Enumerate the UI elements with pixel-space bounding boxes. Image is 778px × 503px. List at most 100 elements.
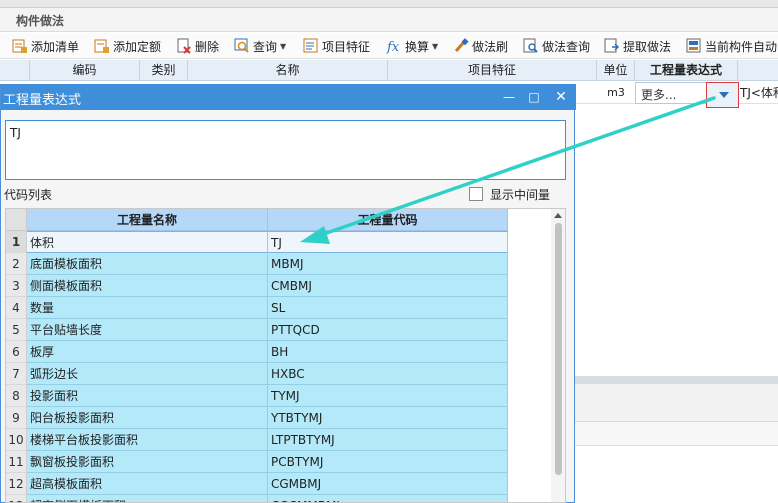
- extract-icon: [604, 38, 620, 54]
- quantity-name-cell: 飘窗板投影面积: [27, 451, 268, 473]
- quantity-code-cell: MBMJ: [268, 253, 508, 275]
- row-number: 5: [6, 319, 27, 341]
- table-row[interactable]: 4 数量 SL: [6, 297, 508, 319]
- expression-input-value: TJ: [10, 126, 21, 140]
- code-list-table: 工程量名称 工程量代码 1 体积 TJ 2 底面模板面积 MBMJ 3 侧面模板面积 CMB…: [5, 208, 566, 503]
- quantity-name-cell: 侧面模板面积: [27, 275, 268, 297]
- method-query-button[interactable]: 做法查询: [523, 36, 590, 56]
- method-brush-button[interactable]: 做法刷: [453, 36, 508, 56]
- table-row[interactable]: 13超高侧面模板面积CGCMMBMJ: [6, 495, 508, 502]
- table-row[interactable]: 11 飘窗板投影面积 PCBTYMJ: [6, 451, 508, 473]
- delete-icon: [176, 38, 192, 54]
- row-number: 11: [6, 451, 27, 473]
- expression-dialog: 工程量表达式 — □ ✕ TJ 代码列表 显示中间量 工程量名称 工程量代码 1…: [0, 84, 576, 503]
- row-number: 8: [6, 385, 27, 407]
- unit-cell: m3: [607, 86, 625, 99]
- table-row[interactable]: 9 阳台板投影面积 YTBTYMJ: [6, 407, 508, 429]
- add-list-button[interactable]: 添加清单: [12, 36, 79, 56]
- dialog-title-bar[interactable]: 工程量表达式 — □ ✕: [1, 84, 576, 110]
- table-row[interactable]: 1 体积 TJ: [6, 231, 508, 253]
- quantity-code-cell: CGCMMBMJ: [268, 495, 508, 502]
- row-number: 7: [6, 363, 27, 385]
- fx-icon: fx: [386, 38, 402, 55]
- row-number: 3: [6, 275, 27, 297]
- method-query-icon: [523, 38, 539, 54]
- table-row[interactable]: 5 平台贴墙长度 PTTQCD: [6, 319, 508, 341]
- add-quota-icon: [94, 38, 110, 54]
- quantity-name-cell: 数量: [27, 297, 268, 319]
- quantity-name-cell: 体积: [27, 231, 268, 253]
- auto-current-button[interactable]: 当前构件自动: [686, 36, 777, 56]
- row-number: 4: [6, 297, 27, 319]
- grid-header-blank: [0, 60, 30, 81]
- table-row[interactable]: 7 弧形边长 HXBC: [6, 363, 508, 385]
- table-corner: [6, 209, 27, 231]
- grid-header: 编码 类别 名称 项目特征 单位 工程量表达式: [0, 60, 778, 81]
- chevron-down-icon: ▼: [280, 41, 287, 51]
- extract-method-button[interactable]: 提取做法: [604, 36, 671, 56]
- row-number: 12: [6, 473, 27, 495]
- minimize-icon[interactable]: —: [498, 87, 520, 107]
- splitter[interactable]: [575, 376, 778, 384]
- table-row[interactable]: 3 侧面模板面积 CMBMJ: [6, 275, 508, 297]
- quantity-code-cell: TYMJ: [268, 385, 508, 407]
- panel-title: 构件做法: [16, 14, 65, 28]
- table-row[interactable]: 8 投影面积 TYMJ: [6, 385, 508, 407]
- convert-button[interactable]: fx 换算 ▼: [386, 36, 438, 56]
- chevron-down-icon: ▼: [432, 41, 439, 51]
- row-number: 6: [6, 341, 27, 363]
- maximize-icon[interactable]: □: [523, 87, 545, 107]
- panel-title-bar: 构件做法: [0, 8, 778, 32]
- grid-header-feature[interactable]: 项目特征: [388, 60, 597, 81]
- table-row[interactable]: 6 板厚 BH: [6, 341, 508, 363]
- brush-icon: [453, 38, 469, 54]
- expression-cell-text: 更多...: [641, 88, 677, 102]
- svg-text:fx: fx: [386, 40, 400, 54]
- close-icon[interactable]: ✕: [550, 87, 572, 107]
- scroll-up-icon[interactable]: [554, 213, 562, 218]
- add-quota-button[interactable]: 添加定额: [94, 36, 161, 56]
- quantity-name-cell: 板厚: [27, 341, 268, 363]
- grid-header-type[interactable]: 类别: [140, 60, 188, 81]
- quantity-name-cell: 底面模板面积: [27, 253, 268, 275]
- row-number: 9: [6, 407, 27, 429]
- table-row[interactable]: 10 楼梯平台板投影面积 LTPTBTYMJ: [6, 429, 508, 451]
- quantity-name-cell: 平台贴墙长度: [27, 319, 268, 341]
- quantity-name-cell: 超高模板面积: [27, 473, 268, 495]
- quantity-code-cell: YTBTYMJ: [268, 407, 508, 429]
- quantity-name-cell: 阳台板投影面积: [27, 407, 268, 429]
- quantity-code-cell: TJ: [268, 231, 508, 253]
- scrollbar-thumb[interactable]: [555, 223, 562, 475]
- add-list-icon: [12, 38, 28, 54]
- quantity-code-cell: PTTQCD: [268, 319, 508, 341]
- row-number: 2: [6, 253, 27, 275]
- quantity-code-cell: LTPTBTYMJ: [268, 429, 508, 451]
- quantity-name-cell: 投影面积: [27, 385, 268, 407]
- grid-header-unit[interactable]: 单位: [597, 60, 635, 81]
- expression-input[interactable]: TJ: [5, 120, 566, 180]
- dialog-title: 工程量表达式: [3, 93, 82, 108]
- row-number: 13: [6, 495, 27, 502]
- table-row[interactable]: 2 底面模板面积 MBMJ: [6, 253, 508, 275]
- show-intermediate-checkbox[interactable]: [469, 187, 483, 201]
- search-icon: [234, 38, 250, 54]
- grid-header-name[interactable]: 名称: [188, 60, 388, 81]
- lower-panel-row: [575, 422, 778, 446]
- expression-dropdown-button[interactable]: [706, 82, 739, 108]
- vertical-scrollbar[interactable]: [551, 209, 565, 502]
- column-header-code[interactable]: 工程量代码: [268, 209, 508, 231]
- toolbar: 添加清单 添加定额 删除 查询 ▼ 项目特征 fx 换算 ▼ 做法刷 做法查询 …: [0, 33, 778, 59]
- grid-header-code[interactable]: 编码: [30, 60, 140, 81]
- auto-icon: [686, 38, 702, 54]
- project-feature-button[interactable]: 项目特征: [303, 36, 370, 56]
- row-number: 10: [6, 429, 27, 451]
- table-row[interactable]: 12 超高模板面积 CGMBMJ: [6, 473, 508, 495]
- show-intermediate-label[interactable]: 显示中间量: [490, 186, 550, 203]
- quantity-code-cell: HXBC: [268, 363, 508, 385]
- column-header-name[interactable]: 工程量名称: [27, 209, 268, 231]
- grid-header-expression[interactable]: 工程量表达式: [635, 60, 738, 81]
- search-button[interactable]: 查询 ▼: [234, 36, 286, 56]
- delete-button[interactable]: 删除: [176, 36, 219, 56]
- quantity-name-cell: 超高侧面模板面积: [27, 495, 268, 502]
- top-strip: [0, 0, 778, 8]
